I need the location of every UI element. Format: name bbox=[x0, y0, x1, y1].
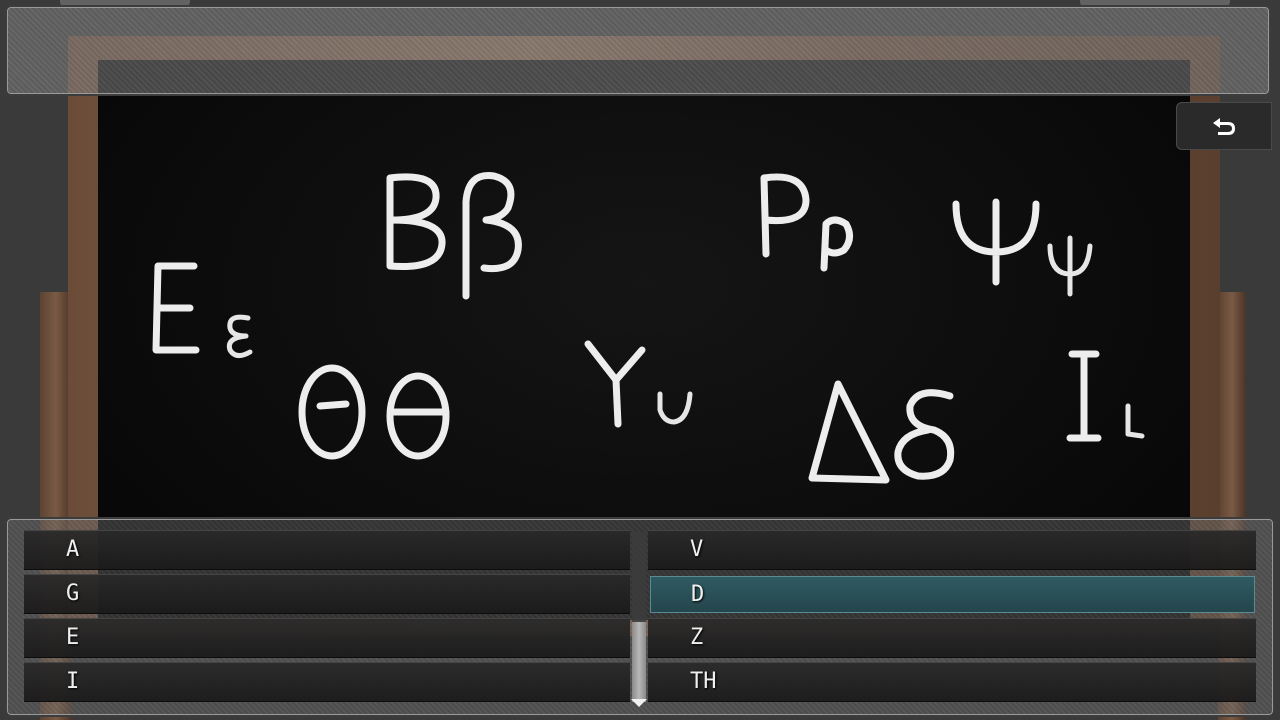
back-button[interactable] bbox=[1176, 102, 1272, 150]
scrollbar-thumb[interactable] bbox=[632, 622, 646, 702]
choice-item-v[interactable]: V bbox=[648, 530, 1256, 570]
choice-label: TH bbox=[690, 669, 717, 694]
choice-label: A bbox=[66, 537, 80, 562]
choice-item-i[interactable]: I bbox=[24, 662, 630, 702]
game-screen: A G E I V D Z TH bbox=[0, 0, 1280, 720]
choice-item-d-selected[interactable]: D bbox=[650, 576, 1255, 613]
choice-item-z[interactable]: Z bbox=[648, 618, 1256, 658]
choice-item-th[interactable]: TH bbox=[648, 662, 1256, 702]
choice-label: D bbox=[691, 582, 705, 607]
scroll-down-arrow-icon[interactable] bbox=[631, 699, 647, 707]
choice-label: G bbox=[66, 581, 80, 606]
chalk-letter-upsilon bbox=[584, 340, 693, 428]
chalk-letter-psi bbox=[952, 198, 1093, 297]
choice-label: E bbox=[66, 625, 80, 650]
chalk-letter-epsilon bbox=[152, 262, 253, 358]
chalk-letter-rho bbox=[760, 173, 853, 272]
choice-item-a[interactable]: A bbox=[24, 530, 630, 570]
chalk-letter-delta bbox=[808, 380, 955, 484]
chalk-letter-theta bbox=[298, 364, 450, 460]
return-arrow-icon bbox=[1213, 118, 1235, 135]
choice-item-e[interactable]: E bbox=[24, 618, 630, 658]
chalk-letter-iota bbox=[1066, 350, 1145, 442]
choice-label: Z bbox=[690, 625, 704, 650]
message-window bbox=[5, 5, 1271, 96]
choice-label: V bbox=[690, 537, 704, 562]
choice-item-g[interactable]: G bbox=[24, 574, 630, 614]
chalk-letter-beta bbox=[386, 172, 522, 300]
choice-label: I bbox=[66, 669, 80, 694]
